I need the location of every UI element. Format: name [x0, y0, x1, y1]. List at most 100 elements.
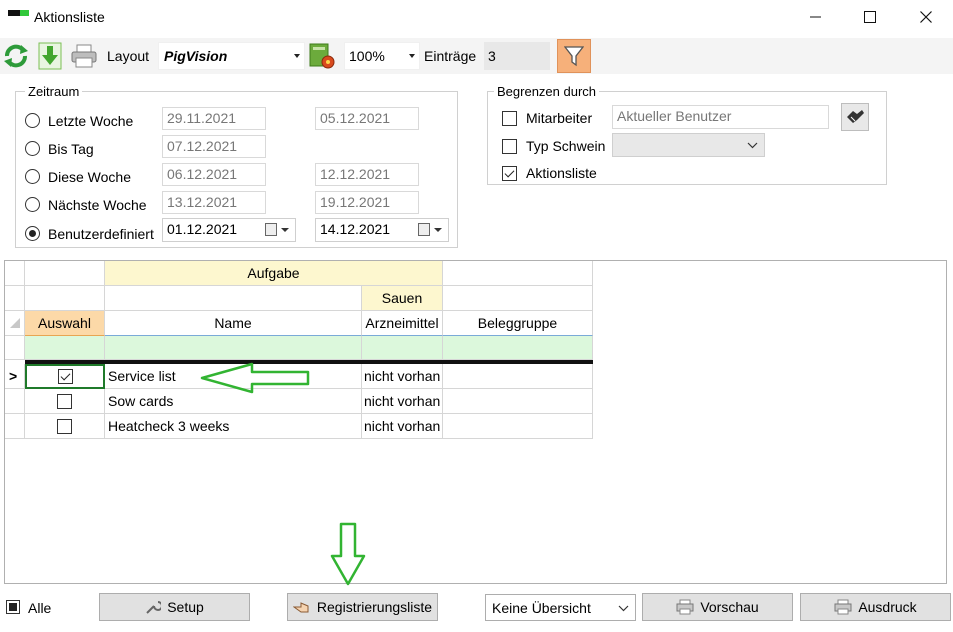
row-1-auswahl-cell[interactable]	[25, 364, 105, 389]
mitarbeiter-field: Aktueller Benutzer	[612, 105, 829, 129]
download-arrow-icon	[38, 42, 62, 70]
custom-from-date-picker[interactable]: 01.12.2021	[162, 218, 296, 242]
chevron-down-icon	[747, 142, 758, 149]
vorschau-label: Vorschau	[700, 599, 759, 615]
close-icon	[920, 11, 932, 23]
custom-from-date: 01.12.2021	[167, 221, 238, 237]
col-header-auswahl[interactable]: Auswahl	[25, 311, 105, 336]
registrierungsliste-button[interactable]: Registrierungsliste	[287, 593, 438, 621]
bis-tag-date: 07.12.2021	[162, 135, 266, 158]
minimize-button[interactable]	[793, 0, 839, 34]
filter-cell-beleggruppe[interactable]	[443, 336, 593, 360]
filter-cell-arzneimittel[interactable]	[362, 336, 443, 360]
zeitraum-title: Zeitraum	[25, 84, 83, 99]
app-icon	[8, 10, 29, 20]
row-2-arzneimittel[interactable]: nicht vorhan	[362, 389, 443, 414]
close-button[interactable]	[903, 0, 949, 34]
grid-corner-mid	[5, 286, 25, 311]
hands-icon	[847, 110, 864, 123]
begrenzen-title: Begrenzen durch	[494, 84, 600, 99]
radio-letzte-woche[interactable]	[25, 113, 40, 128]
typ-schwein-checkbox[interactable]	[502, 139, 517, 154]
row-3-name[interactable]: Heatcheck 3 weeks	[105, 414, 362, 439]
row-2-beleggruppe[interactable]	[443, 389, 593, 414]
filter-row-indicator	[5, 336, 25, 360]
ausdruck-label: Ausdruck	[858, 599, 917, 615]
row-1-checkbox[interactable]	[57, 369, 73, 384]
download-button[interactable]	[36, 42, 64, 70]
row-3-beleggruppe[interactable]	[443, 414, 593, 439]
annotation-arrow-left-icon	[200, 362, 310, 394]
custom-to-date: 14.12.2021	[320, 221, 391, 237]
chevron-down-icon	[618, 605, 629, 612]
radio-label-benutzerdefiniert: Benutzerdefiniert	[48, 226, 154, 242]
aktionsliste-checkbox[interactable]	[502, 166, 517, 181]
radio-diese-woche[interactable]	[25, 169, 40, 184]
col-header-beleggruppe[interactable]: Beleggruppe	[443, 311, 593, 336]
refresh-button[interactable]	[2, 42, 30, 70]
band-sauen: Sauen	[362, 286, 443, 311]
custom-to-date-picker[interactable]: 14.12.2021	[315, 218, 449, 242]
row-2-indicator	[5, 389, 25, 414]
layout-settings-button[interactable]	[308, 42, 336, 70]
letzte-woche-to: 05.12.2021	[315, 107, 419, 130]
row-2-checkbox[interactable]	[57, 393, 72, 409]
radio-label-bis-tag: Bis Tag	[48, 141, 94, 157]
entries-label: Einträge	[424, 48, 477, 64]
filter-toggle-button[interactable]	[557, 39, 591, 73]
radio-label-naechste-woche: Nächste Woche	[48, 197, 147, 213]
mitarbeiter-checkbox[interactable]	[502, 111, 517, 126]
band-empty-right	[443, 261, 593, 286]
title-bar: Aktionsliste	[0, 0, 953, 34]
chevron-down-icon	[409, 54, 415, 58]
setup-button[interactable]: Setup	[99, 593, 250, 621]
radio-bis-tag[interactable]	[25, 141, 40, 156]
typ-schwein-label: Typ Schwein	[526, 138, 606, 154]
maximize-icon	[864, 11, 876, 23]
wrench-icon	[146, 601, 162, 614]
select-all-corner[interactable]	[5, 311, 25, 336]
zoom-select[interactable]: 100%	[344, 42, 420, 70]
printer-icon	[71, 44, 97, 68]
window-title: Aktionsliste	[34, 9, 105, 25]
row-3-auswahl-cell[interactable]	[25, 414, 105, 439]
calendar-icon	[265, 223, 277, 236]
row-3-indicator	[5, 414, 25, 439]
printer-icon	[834, 599, 852, 615]
maximize-button[interactable]	[847, 0, 893, 34]
layout-label: Layout	[107, 48, 150, 64]
row-indicator: >	[5, 364, 25, 389]
mitarbeiter-label: Mitarbeiter	[526, 110, 593, 126]
printer-preview-icon	[676, 599, 694, 615]
refresh-icon	[4, 44, 28, 68]
col-header-arzneimittel[interactable]: Arzneimittel	[362, 311, 443, 336]
grid-corner-top	[5, 261, 25, 286]
funnel-icon	[564, 46, 584, 67]
filter-cell-auswahl[interactable]	[25, 336, 105, 360]
calendar-icon	[418, 223, 430, 236]
diese-woche-from: 06.12.2021	[162, 163, 266, 186]
filter-cell-name[interactable]	[105, 336, 362, 360]
alle-checkbox[interactable]	[6, 600, 20, 614]
typ-schwein-select[interactable]	[612, 133, 765, 157]
row-3-arzneimittel[interactable]: nicht vorhan	[362, 414, 443, 439]
corner-triangle-icon	[10, 318, 20, 328]
band-empty-left	[25, 261, 105, 286]
mitarbeiter-pick-button[interactable]	[841, 103, 869, 131]
task-grid: Aufgabe Sauen Auswahl Name Arzneimittel …	[4, 260, 947, 584]
diese-woche-to: 12.12.2021	[315, 163, 419, 186]
radio-naechste-woche[interactable]	[25, 197, 40, 212]
layout-select[interactable]: PigVision	[158, 42, 305, 70]
ausdruck-button[interactable]: Ausdruck	[800, 593, 951, 621]
radio-benutzerdefiniert[interactable]	[25, 226, 40, 241]
col-header-name[interactable]: Name	[105, 311, 362, 336]
row-2-auswahl-cell[interactable]	[25, 389, 105, 414]
chevron-down-icon	[281, 228, 289, 232]
row-1-beleggruppe[interactable]	[443, 364, 593, 389]
row-1-arzneimittel[interactable]: nicht vorhan	[362, 364, 443, 389]
radio-label-letzte-woche: Letzte Woche	[48, 113, 134, 129]
print-button[interactable]	[70, 42, 98, 70]
vorschau-button[interactable]: Vorschau	[642, 593, 793, 621]
row-3-checkbox[interactable]	[57, 418, 72, 434]
uebersicht-select[interactable]: Keine Übersicht	[485, 594, 636, 621]
